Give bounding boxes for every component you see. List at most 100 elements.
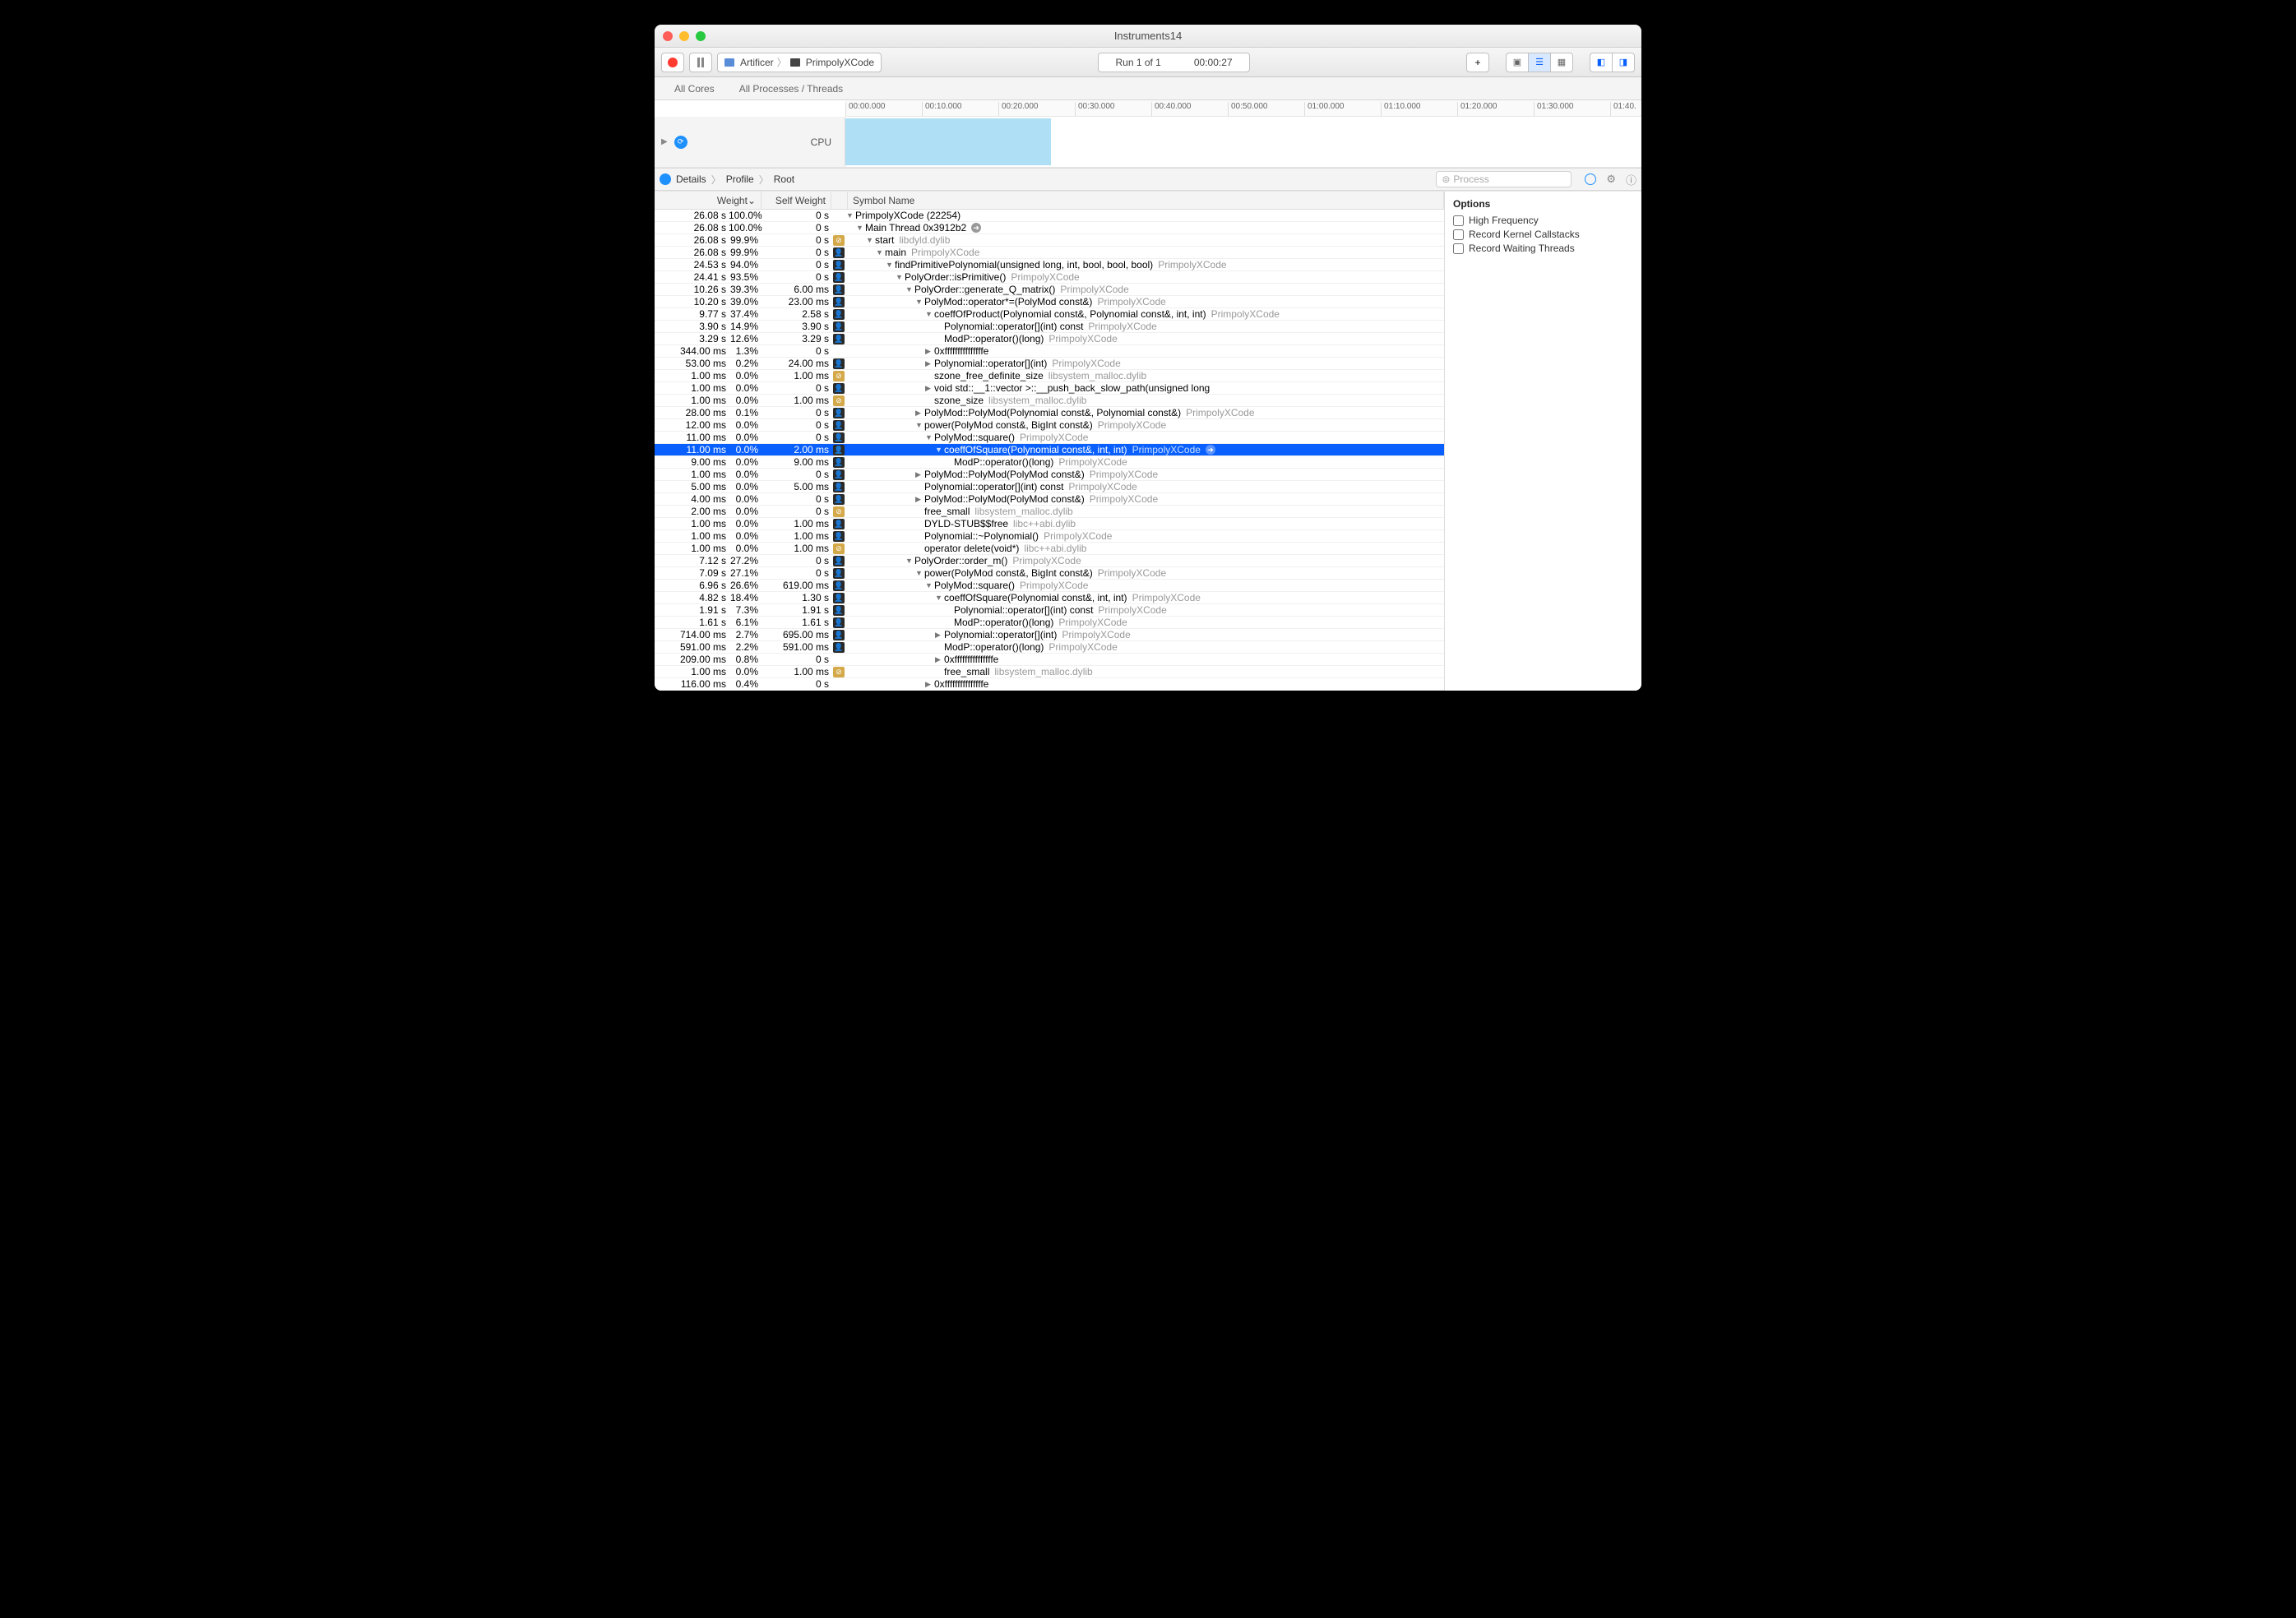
tree-row[interactable]: 6.96 s26.6%619.00 ms👤▼PolyMod::square()P…	[655, 580, 1444, 592]
view-mode-1[interactable]: ▣	[1506, 53, 1529, 72]
tree-row[interactable]: 24.53 s94.0%0 s👤▼findPrimitivePolynomial…	[655, 259, 1444, 271]
tree-row[interactable]: 1.00 ms0.0%1.00 ms⊘operator delete(void*…	[655, 543, 1444, 555]
instruments-window: Instruments14 Artificer 〉 PrimpolyXCode …	[655, 25, 1641, 691]
disclosure-icon: ▶	[661, 137, 668, 146]
tree-row[interactable]: 4.82 s18.4%1.30 s👤▼coeffOfSquare(Polynom…	[655, 592, 1444, 604]
tree-row[interactable]: 1.61 s6.1%1.61 s👤ModP::operator()(long)P…	[655, 617, 1444, 629]
checkbox[interactable]	[1453, 243, 1464, 254]
run-label: Run 1 of 1	[1115, 57, 1160, 68]
tree-row[interactable]: 53.00 ms0.2%24.00 ms👤▶Polynomial::operat…	[655, 358, 1444, 370]
pause-button[interactable]	[689, 53, 712, 72]
crumb-details[interactable]: Details	[676, 173, 706, 185]
ruler-tick: 00:00.000	[845, 102, 886, 117]
tree-row[interactable]: 1.00 ms0.0%0 s👤▶void std::__1::vector >:…	[655, 382, 1444, 395]
tree-row[interactable]: 10.26 s39.3%6.00 ms👤▼PolyOrder::generate…	[655, 284, 1444, 296]
info-icon[interactable]: ⓘ	[1626, 172, 1636, 187]
tree-row[interactable]: 1.91 s7.3%1.91 s👤Polynomial::operator[](…	[655, 604, 1444, 617]
timeline: 00:00.00000:10.00000:20.00000:30.00000:4…	[655, 100, 1641, 168]
tree-row[interactable]: 10.20 s39.0%23.00 ms👤▼PolyMod::operator*…	[655, 296, 1444, 308]
content-area: Weight⌄ Self Weight Symbol Name 26.08 s1…	[655, 191, 1641, 691]
tree-row[interactable]: 3.29 s12.6%3.29 s👤ModP::operator()(long)…	[655, 333, 1444, 345]
run-info[interactable]: Run 1 of 1 00:00:27	[1098, 53, 1249, 72]
col-self-weight[interactable]: Self Weight	[761, 192, 831, 209]
add-button[interactable]: +	[1466, 53, 1489, 72]
focus-icon[interactable]: ➜	[971, 223, 981, 233]
opt-high-frequency[interactable]: High Frequency	[1453, 215, 1633, 226]
col-weight[interactable]: Weight⌄	[655, 192, 761, 209]
tree-row[interactable]: 1.00 ms0.0%1.00 ms⊘free_smalllibsystem_m…	[655, 666, 1444, 678]
view-mode-2[interactable]: ☰	[1528, 53, 1551, 72]
tree-row[interactable]: 591.00 ms2.2%591.00 ms👤ModP::operator()(…	[655, 641, 1444, 654]
tree-row[interactable]: 714.00 ms2.7%695.00 ms👤▶Polynomial::oper…	[655, 629, 1444, 641]
checkbox[interactable]	[1453, 229, 1464, 240]
instrument-icon: ⟳	[674, 136, 687, 149]
tree-row[interactable]: 7.09 s27.1%0 s👤▼power(PolyMod const&, Bi…	[655, 567, 1444, 580]
tree-row[interactable]: 9.00 ms0.0%9.00 ms👤ModP::operator()(long…	[655, 456, 1444, 469]
detail-icon	[660, 173, 671, 185]
tree-row[interactable]: 3.90 s14.9%3.90 s👤Polynomial::operator[]…	[655, 321, 1444, 333]
tree-row[interactable]: 26.08 s100.0%0 s▼PrimpolyXCode (22254)	[655, 210, 1444, 222]
detail-bar: Details 〉 Profile 〉 Root ⊜ Process ⚙ ⓘ	[655, 168, 1641, 191]
view-mode-3[interactable]: ▦	[1550, 53, 1573, 72]
tree-row[interactable]: 344.00 ms1.3%0 s▶0xfffffffffffffffe	[655, 345, 1444, 358]
titlebar: Instruments14	[655, 25, 1641, 48]
crumb-profile[interactable]: Profile	[726, 173, 754, 185]
process-search[interactable]: ⊜ Process	[1436, 171, 1572, 187]
tree-row[interactable]: 116.00 ms0.4%0 s▶0xfffffffffffffffe	[655, 678, 1444, 691]
grid-icon: ▦	[1558, 57, 1566, 67]
square-dot-icon: ▣	[1513, 57, 1521, 67]
checkbox[interactable]	[1453, 215, 1464, 226]
target-path[interactable]: Artificer 〉 PrimpolyXCode	[717, 53, 882, 72]
tree-row[interactable]: 5.00 ms0.0%5.00 ms👤Polynomial::operator[…	[655, 481, 1444, 493]
record-icon	[668, 58, 678, 67]
time-ruler[interactable]: 00:00.00000:10.00000:20.00000:30.00000:4…	[845, 100, 1641, 117]
filter-bar: All Cores All Processes / Threads	[655, 77, 1641, 100]
tree-row[interactable]: 26.08 s100.0%0 s▼Main Thread 0x3912b2➜	[655, 222, 1444, 234]
ruler-tick: 01:10.000	[1381, 102, 1421, 117]
clock-icon[interactable]	[1585, 173, 1596, 185]
gear-icon[interactable]: ⚙	[1606, 173, 1616, 186]
call-tree: Weight⌄ Self Weight Symbol Name 26.08 s1…	[655, 192, 1444, 691]
tree-row[interactable]: 26.08 s99.9%0 s👤▼mainPrimpolyXCode	[655, 247, 1444, 259]
opt-kernel-callstacks[interactable]: Record Kernel Callstacks	[1453, 229, 1633, 240]
ruler-tick: 00:40.000	[1151, 102, 1192, 117]
panel-toggle-group: ◧ ◨	[1590, 53, 1635, 72]
crumb-root[interactable]: Root	[774, 173, 794, 185]
cores-filter[interactable]: All Cores	[674, 83, 715, 95]
ruler-tick: 00:30.000	[1075, 102, 1115, 117]
tree-row[interactable]: 24.41 s93.5%0 s👤▼PolyOrder::isPrimitive(…	[655, 271, 1444, 284]
col-symbol[interactable]: Symbol Name	[848, 192, 1444, 209]
right-panel-toggle[interactable]: ◨	[1612, 53, 1635, 72]
tree-row[interactable]: 209.00 ms0.8%0 s▶0xfffffffffffffffe	[655, 654, 1444, 666]
tree-row[interactable]: 4.00 ms0.0%0 s👤▶PolyMod::PolyMod(PolyMod…	[655, 493, 1444, 506]
filter-icon: ⊜	[1442, 173, 1450, 185]
cpu-activity-block	[845, 118, 1051, 165]
record-button[interactable]	[661, 53, 684, 72]
left-panel-toggle[interactable]: ◧	[1590, 53, 1613, 72]
tree-row[interactable]: 2.00 ms0.0%0 s⊘free_smalllibsystem_mallo…	[655, 506, 1444, 518]
ruler-tick: 01:20.000	[1457, 102, 1497, 117]
panel-left-icon: ◧	[1597, 57, 1605, 67]
track-header[interactable]: ▶ ⟳ CPU	[655, 117, 845, 167]
tree-row[interactable]: 1.00 ms0.0%1.00 ms👤DYLD-STUB$$freelibc++…	[655, 518, 1444, 530]
process-filter[interactable]: All Processes / Threads	[739, 83, 844, 95]
tree-row[interactable]: 9.77 s37.4%2.58 s👤▼coeffOfProduct(Polyno…	[655, 308, 1444, 321]
opt-waiting-threads[interactable]: Record Waiting Threads	[1453, 243, 1633, 254]
focus-icon[interactable]: ➜	[1206, 445, 1215, 455]
tree-row[interactable]: 28.00 ms0.1%0 s👤▶PolyMod::PolyMod(Polyno…	[655, 407, 1444, 419]
toolbar: Artificer 〉 PrimpolyXCode Run 1 of 1 00:…	[655, 48, 1641, 77]
tree-row[interactable]: 11.00 ms0.0%0 s👤▼PolyMod::square()Primpo…	[655, 432, 1444, 444]
ruler-tick: 01:00.000	[1304, 102, 1345, 117]
tree-row[interactable]: 12.00 ms0.0%0 s👤▼power(PolyMod const&, B…	[655, 419, 1444, 432]
tree-row[interactable]: 1.00 ms0.0%1.00 ms⊘szone_free_definite_s…	[655, 370, 1444, 382]
tree-row[interactable]: 11.00 ms0.0%2.00 ms👤▼coeffOfSquare(Polyn…	[655, 444, 1444, 456]
tree-row[interactable]: 26.08 s99.9%0 s⊘▼startlibdyld.dylib	[655, 234, 1444, 247]
view-mode-group: ▣ ☰ ▦	[1506, 53, 1573, 72]
tree-row[interactable]: 7.12 s27.2%0 s👤▼PolyOrder::order_m()Prim…	[655, 555, 1444, 567]
ruler-tick: 00:50.000	[1228, 102, 1268, 117]
tree-row[interactable]: 1.00 ms0.0%1.00 ms⊘szone_sizelibsystem_m…	[655, 395, 1444, 407]
plus-icon: +	[1474, 57, 1480, 68]
tree-row[interactable]: 1.00 ms0.0%1.00 ms👤Polynomial::~Polynomi…	[655, 530, 1444, 543]
track-body[interactable]	[845, 117, 1641, 167]
tree-row[interactable]: 1.00 ms0.0%0 s👤▶PolyMod::PolyMod(PolyMod…	[655, 469, 1444, 481]
